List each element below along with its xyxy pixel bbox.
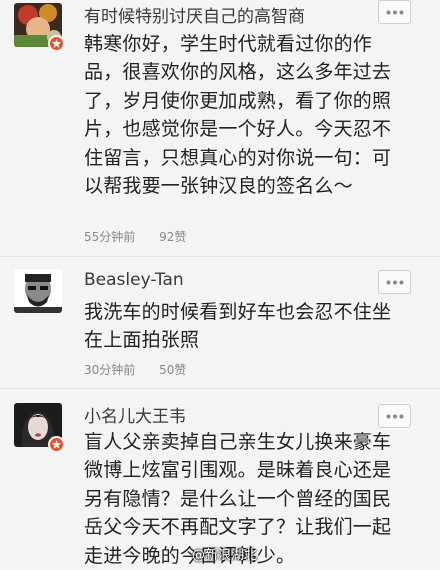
comment-meta: 55分钟前 92赞	[84, 228, 206, 245]
comment-time: 55分钟前	[84, 230, 136, 244]
comment-item: 有时候特别讨厌自己的高智商 韩寒你好，学生时代就看过你的作品，很喜欢你的风格，这…	[0, 0, 440, 257]
comment-text: 韩寒你好，学生时代就看过你的作品，很喜欢你的风格，这么多年过去了，岁月使你更加成…	[84, 33, 392, 198]
comment-item: Beasley-Tan 我洗车的时候看到好车也会忍不住坐在上面拍张照 30分钟前…	[0, 257, 440, 389]
avatar[interactable]	[14, 269, 62, 313]
verified-badge-icon	[48, 436, 65, 453]
more-options-button[interactable]	[378, 270, 411, 294]
more-options-button[interactable]	[378, 404, 411, 428]
watermark: @新浪湖北	[192, 548, 258, 563]
more-options-button[interactable]	[378, 0, 411, 24]
comment-text: 我洗车的时候看到好车也会忍不住坐在上面拍张照	[84, 301, 392, 352]
like-count[interactable]: 50赞	[159, 363, 186, 377]
comment-item: 小名儿大王韦 盲人父亲卖掉自己亲生女儿换来豪车微博上炫富引围观。是昧着良心还是另…	[0, 389, 440, 569]
like-count[interactable]: 92赞	[159, 230, 186, 244]
comment-username[interactable]: 有时候特别讨厌自己的高智商	[84, 2, 305, 27]
comment-username[interactable]: Beasley-Tan	[84, 270, 184, 290]
comment-meta: 30分钟前 50赞	[84, 361, 206, 378]
verified-badge-icon	[48, 35, 65, 52]
more-dots-icon	[386, 280, 404, 285]
more-dots-icon	[386, 414, 404, 419]
comment-time: 30分钟前	[84, 363, 136, 377]
comment-username[interactable]: 小名儿大王韦	[84, 402, 186, 427]
more-dots-icon	[386, 10, 404, 15]
